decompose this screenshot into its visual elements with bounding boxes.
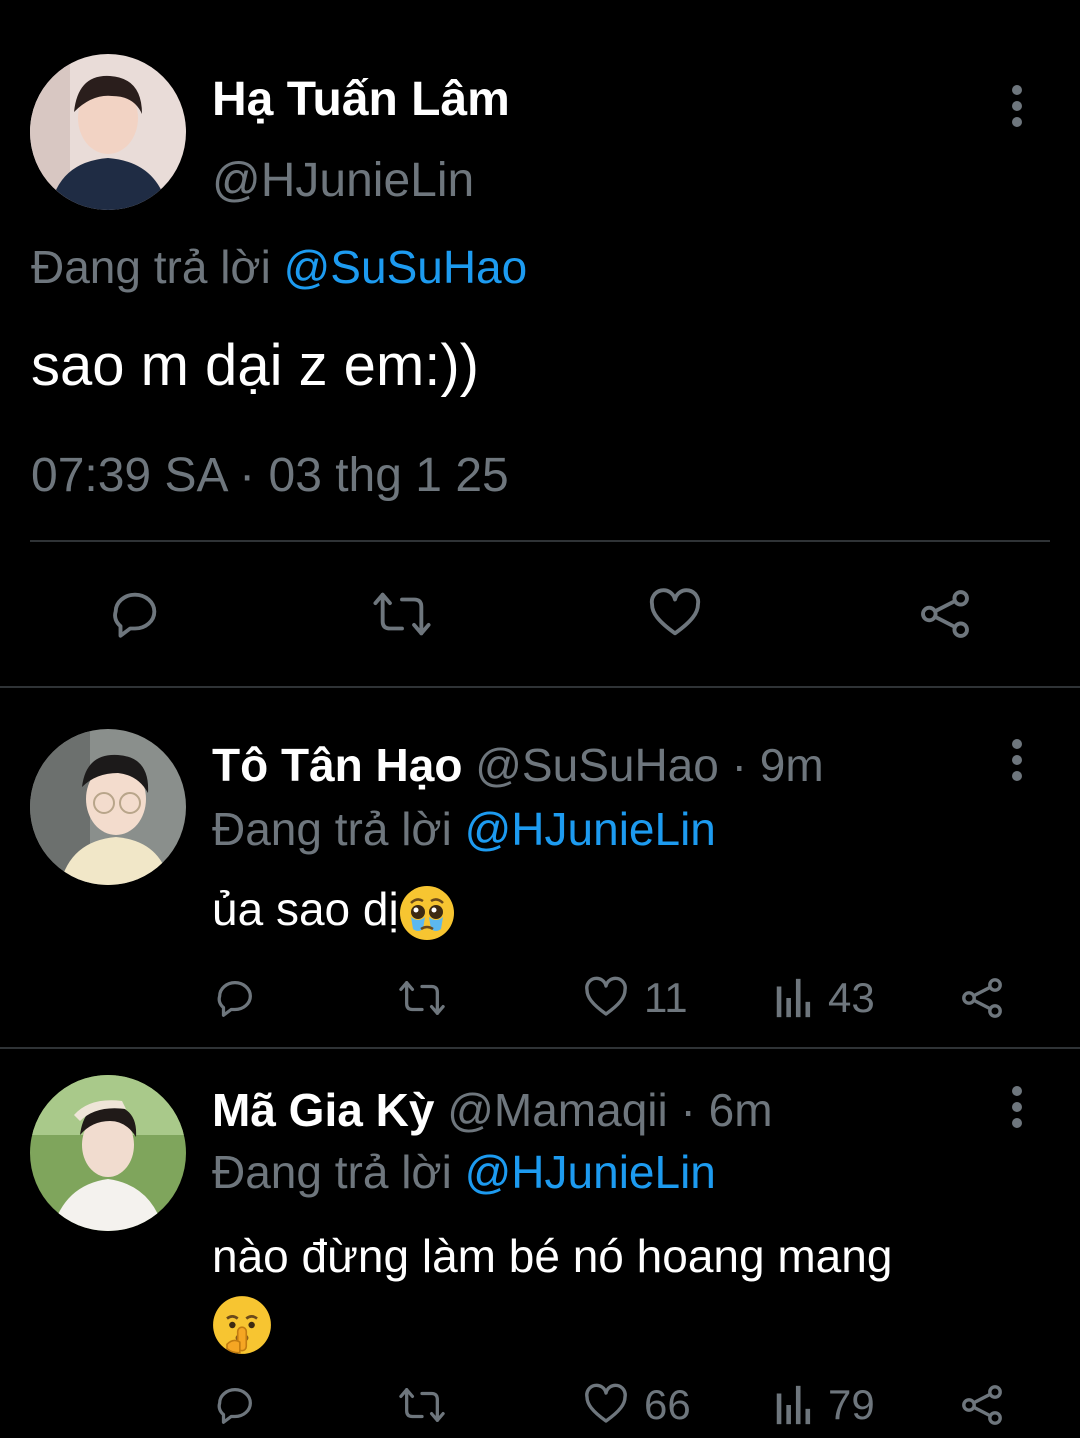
reply-icon	[113, 592, 157, 638]
avatar[interactable]	[30, 729, 186, 885]
views-button[interactable]: 79	[774, 1375, 875, 1435]
reply-icon	[217, 1388, 252, 1424]
like-count: 11	[644, 974, 688, 1021]
retweet-button[interactable]	[396, 1375, 448, 1435]
like-button[interactable]: 11	[582, 968, 688, 1028]
view-count: 43	[828, 974, 875, 1021]
retweet-button[interactable]	[370, 585, 434, 643]
avatar[interactable]	[30, 54, 186, 210]
reply-mention-link[interactable]: @HJunieLin	[465, 1146, 716, 1198]
reply-context: Đang trả lời @HJunieLin	[212, 1145, 716, 1199]
view-count: 79	[828, 1381, 875, 1428]
reply-context-prefix: Đang trả lời	[212, 1146, 465, 1198]
reply-header: Tô Tân Hạo @SuSuHao · 9m	[212, 738, 824, 792]
share-button[interactable]	[958, 1375, 1006, 1435]
like-icon	[649, 588, 701, 636]
reply-context: Đang trả lời @SuSuHao	[31, 240, 527, 294]
reply-context-prefix: Đang trả lời	[31, 241, 284, 293]
views-icon	[776, 978, 811, 1018]
retweet-button[interactable]	[396, 968, 448, 1028]
main-tweet: Hạ Tuấn Lâm @HJunieLin Đang trả lời @SuS…	[0, 0, 1080, 686]
reply-context: Đang trả lời @HJunieLin	[212, 802, 716, 856]
author-handle[interactable]: @Mamaqii	[447, 1084, 668, 1136]
like-button[interactable]	[646, 585, 704, 643]
reply-header: Mã Gia Kỳ @Mamaqii · 6m	[212, 1083, 773, 1137]
like-icon	[585, 1383, 627, 1423]
more-options-icon[interactable]	[1000, 736, 1034, 784]
shushing-face-icon	[213, 1295, 271, 1354]
retweet-icon	[373, 592, 431, 636]
like-button[interactable]: 66	[582, 1375, 691, 1435]
share-button[interactable]	[916, 585, 974, 643]
reply-button[interactable]	[212, 968, 258, 1028]
more-options-icon[interactable]	[1000, 1083, 1034, 1131]
author-name[interactable]: Hạ Tuấn Lâm	[212, 72, 510, 127]
reply-mention-link[interactable]: @HJunieLin	[465, 803, 716, 855]
tweet-timestamp[interactable]: 07:39 SA · 03 thg 1 25	[31, 448, 509, 503]
reply-button[interactable]	[106, 585, 164, 643]
retweet-icon	[399, 1388, 445, 1422]
reply-button[interactable]	[212, 1375, 258, 1435]
views-button[interactable]: 43	[774, 968, 875, 1028]
more-options-icon[interactable]	[1000, 82, 1034, 130]
reply-tweet[interactable]: Tô Tân Hạo @SuSuHao · 9m Đang trả lời @H…	[0, 688, 1080, 1047]
share-icon	[962, 1385, 1002, 1425]
pleading-face-crying-icon	[399, 885, 454, 940]
tweet-time-ago: · 9m	[718, 739, 824, 791]
reply-mention-link[interactable]: @SuSuHao	[284, 241, 528, 293]
avatar[interactable]	[30, 1075, 186, 1231]
tweet-text-body: ủa sao dị	[212, 883, 399, 935]
retweet-icon	[399, 981, 445, 1015]
share-icon	[921, 590, 969, 638]
share-icon	[962, 978, 1002, 1018]
tweet-text: sao m dại z em:))	[31, 333, 479, 398]
tweet-time-ago: · 6m	[667, 1084, 773, 1136]
views-icon	[776, 1385, 811, 1425]
tweet-actions: 66 79	[0, 1375, 1080, 1435]
tweet-text: ủa sao dị	[212, 878, 455, 941]
reply-tweet[interactable]: Mã Gia Kỳ @Mamaqii · 6m Đang trả lời @HJ…	[0, 1049, 1080, 1438]
like-icon	[585, 976, 627, 1016]
author-name[interactable]: Tô Tân Hạo	[212, 739, 462, 791]
tweet-thread: Hạ Tuấn Lâm @HJunieLin Đang trả lời @SuS…	[0, 0, 1080, 1438]
author-handle[interactable]: @HJunieLin	[212, 153, 474, 208]
reply-context-prefix: Đang trả lời	[212, 803, 465, 855]
tweet-text: nào đừng làm bé nó hoang mang	[212, 1225, 1032, 1355]
author-name[interactable]: Mã Gia Kỳ	[212, 1084, 434, 1136]
share-button[interactable]	[958, 968, 1006, 1028]
divider	[30, 540, 1050, 542]
tweet-text-body: nào đừng làm bé nó hoang mang	[212, 1230, 893, 1282]
author-handle[interactable]: @SuSuHao	[475, 739, 719, 791]
reply-icon	[217, 981, 252, 1017]
like-count: 66	[644, 1381, 691, 1428]
tweet-actions: 11 43	[0, 968, 1080, 1028]
